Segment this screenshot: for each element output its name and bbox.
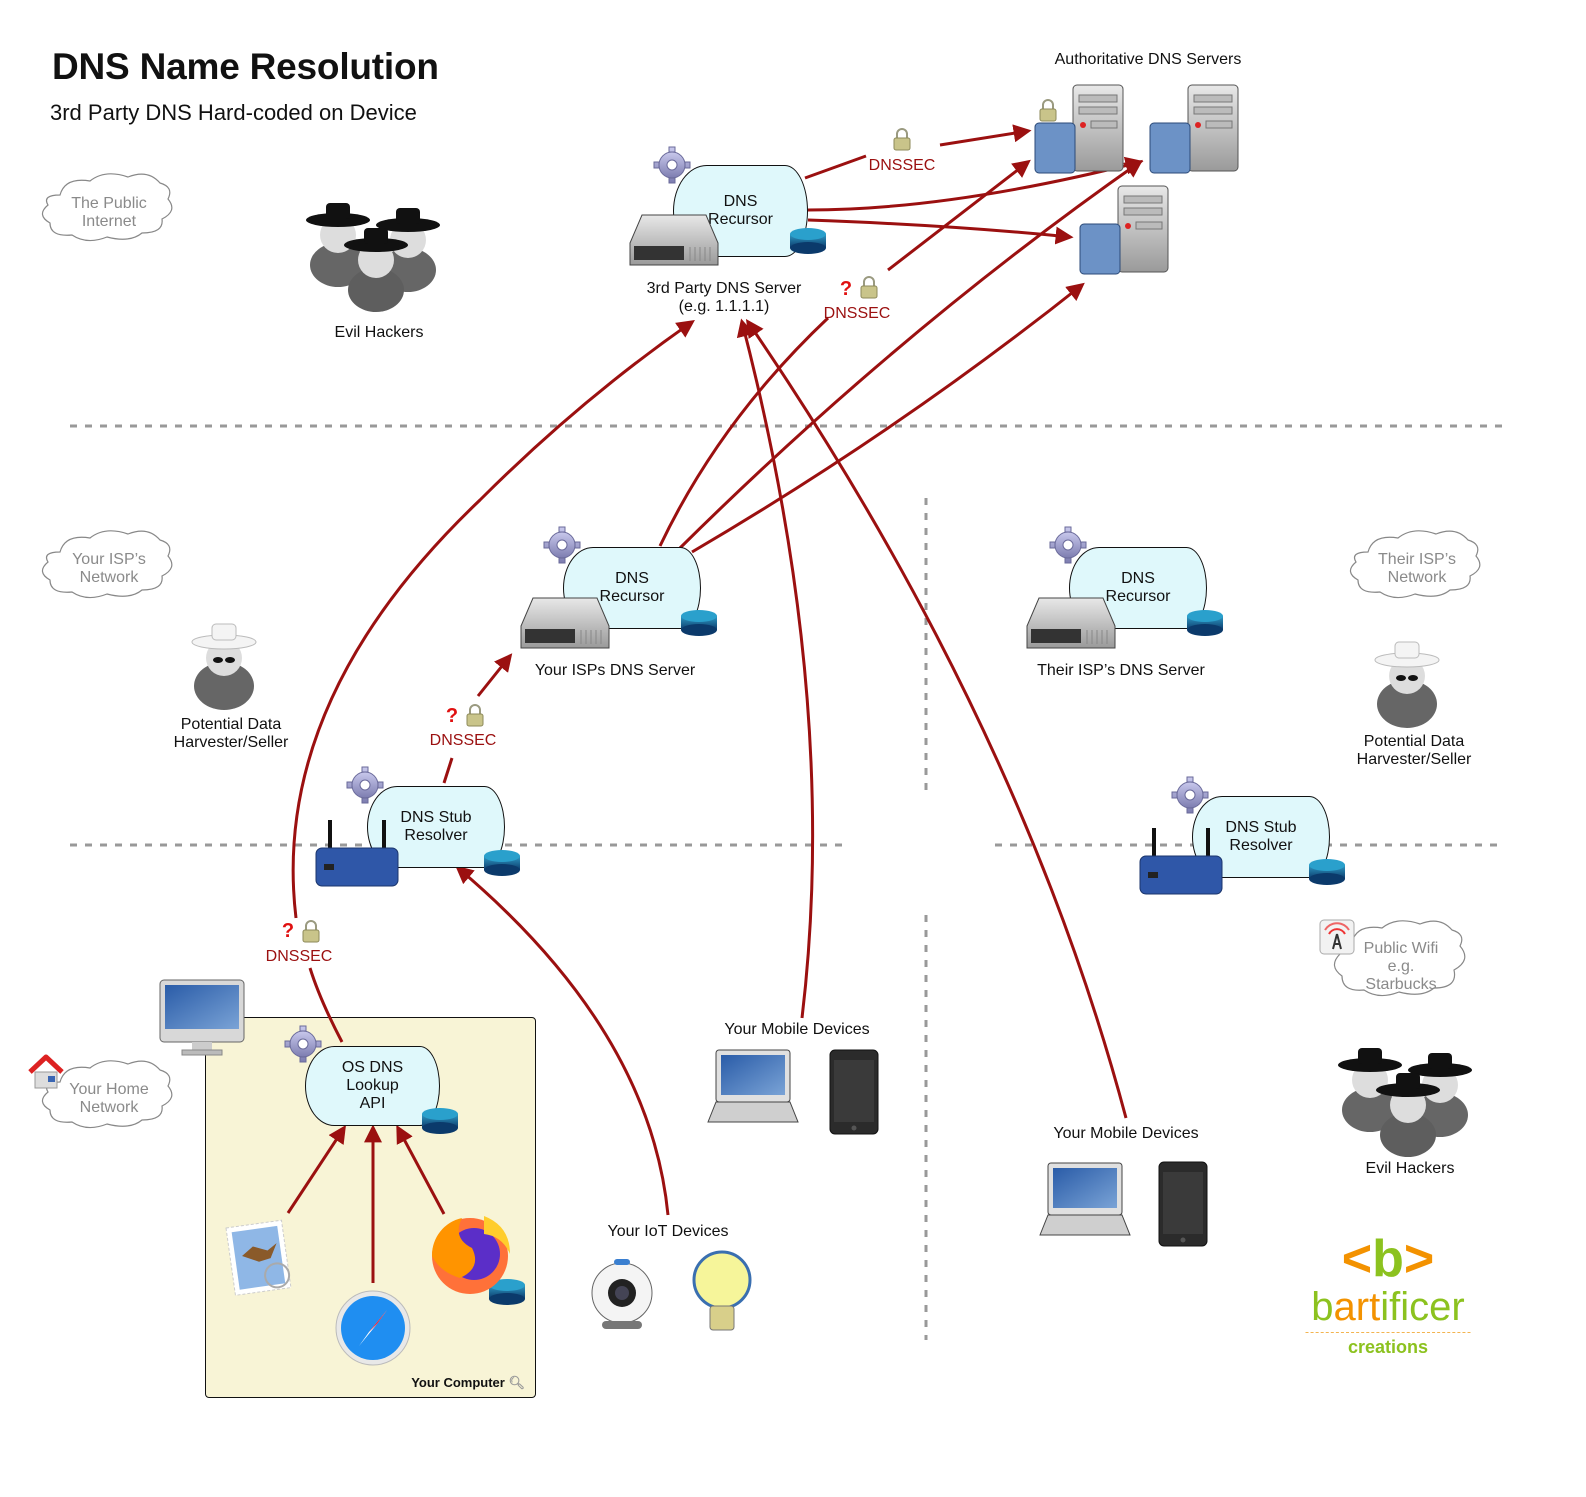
question-icon: ?: [281, 920, 295, 942]
rack-server-icon: [520, 597, 610, 649]
dnssec-label-stub: DNSSEC: [429, 732, 497, 749]
router-icon: [1139, 828, 1223, 895]
database-icon: [484, 850, 520, 876]
logo-word-b: art: [1333, 1285, 1381, 1329]
database-icon: [1187, 610, 1223, 636]
wifi-tower-icon: [1319, 919, 1355, 955]
rack-server-icon: [629, 214, 719, 266]
safari-icon: [335, 1290, 411, 1366]
logo-tagline: creations: [1347, 1337, 1429, 1357]
mobile-devices-wifi-label: Your Mobile Devices: [1053, 1125, 1199, 1142]
logo-bracket-left: <: [1341, 1230, 1373, 1288]
question-icon: ?: [445, 705, 459, 727]
evil-hackers-icon: [1338, 1048, 1472, 1157]
database-icon: [790, 228, 826, 254]
database-icon: [1309, 859, 1345, 885]
zone-their-isp: Their ISP’s Network: [1378, 551, 1456, 586]
data-harvester-icon: [1374, 641, 1440, 728]
logo-b: b: [1372, 1230, 1404, 1288]
phone-icon: [829, 1049, 879, 1135]
third-party-server-label: 3rd Party DNS Server (e.g. 1.1.1.1): [646, 280, 802, 315]
rack-server-icon: [1026, 597, 1116, 649]
their-isp-server-label: Their ISP’s DNS Server: [1037, 662, 1205, 679]
dnssec-label-mid: DNSSEC: [823, 305, 891, 322]
bartificer-logo: <b> bartificer creations: [1305, 1230, 1471, 1358]
mobile-devices-home-label: Your Mobile Devices: [724, 1021, 870, 1038]
database-icon: [422, 1108, 458, 1134]
zone-your-isp: Your ISP’s Network: [72, 551, 146, 586]
authoritative-servers-label: Authoritative DNS Servers: [1054, 51, 1242, 68]
lightbulb-icon: [692, 1250, 752, 1331]
evil-hackers-bottom-label: Evil Hackers: [1365, 1160, 1455, 1177]
harvester-right-label: Potential Data Harvester/Seller: [1356, 733, 1472, 768]
logo-word-a: b: [1311, 1285, 1334, 1329]
dnssec-label-top: DNSSEC: [868, 157, 936, 174]
evil-hackers-top-label: Evil Hackers: [334, 324, 424, 341]
laptop-icon: [707, 1049, 799, 1123]
phone-icon: [1158, 1161, 1208, 1247]
webcam-icon: [591, 1259, 653, 1329]
laptop-icon: [1039, 1162, 1131, 1236]
iot-devices-label: Your IoT Devices: [607, 1223, 729, 1240]
harvester-left-label: Potential Data Harvester/Seller: [173, 716, 289, 751]
data-harvester-icon: [191, 623, 257, 710]
question-icon: ?: [839, 278, 853, 300]
logo-bracket-right: >: [1403, 1230, 1435, 1288]
logo-word-c: ificer: [1380, 1285, 1465, 1329]
zone-public-wifi: Public Wifi e.g. Starbucks: [1363, 940, 1439, 993]
imac-icon: [159, 979, 245, 1056]
database-icon: [681, 610, 717, 636]
evil-hackers-icon: [306, 203, 440, 312]
router-icon: [315, 820, 399, 887]
zone-public-internet: The Public Internet: [71, 195, 147, 230]
your-isp-server-label: Your ISPs DNS Server: [534, 662, 696, 679]
house-icon: [28, 1054, 64, 1089]
logo-divider: [1305, 1332, 1471, 1333]
zone-home-network: Your Home Network: [69, 1081, 149, 1116]
mail-app-icon: [225, 1219, 292, 1296]
dnssec-label-os: DNSSEC: [265, 948, 333, 965]
